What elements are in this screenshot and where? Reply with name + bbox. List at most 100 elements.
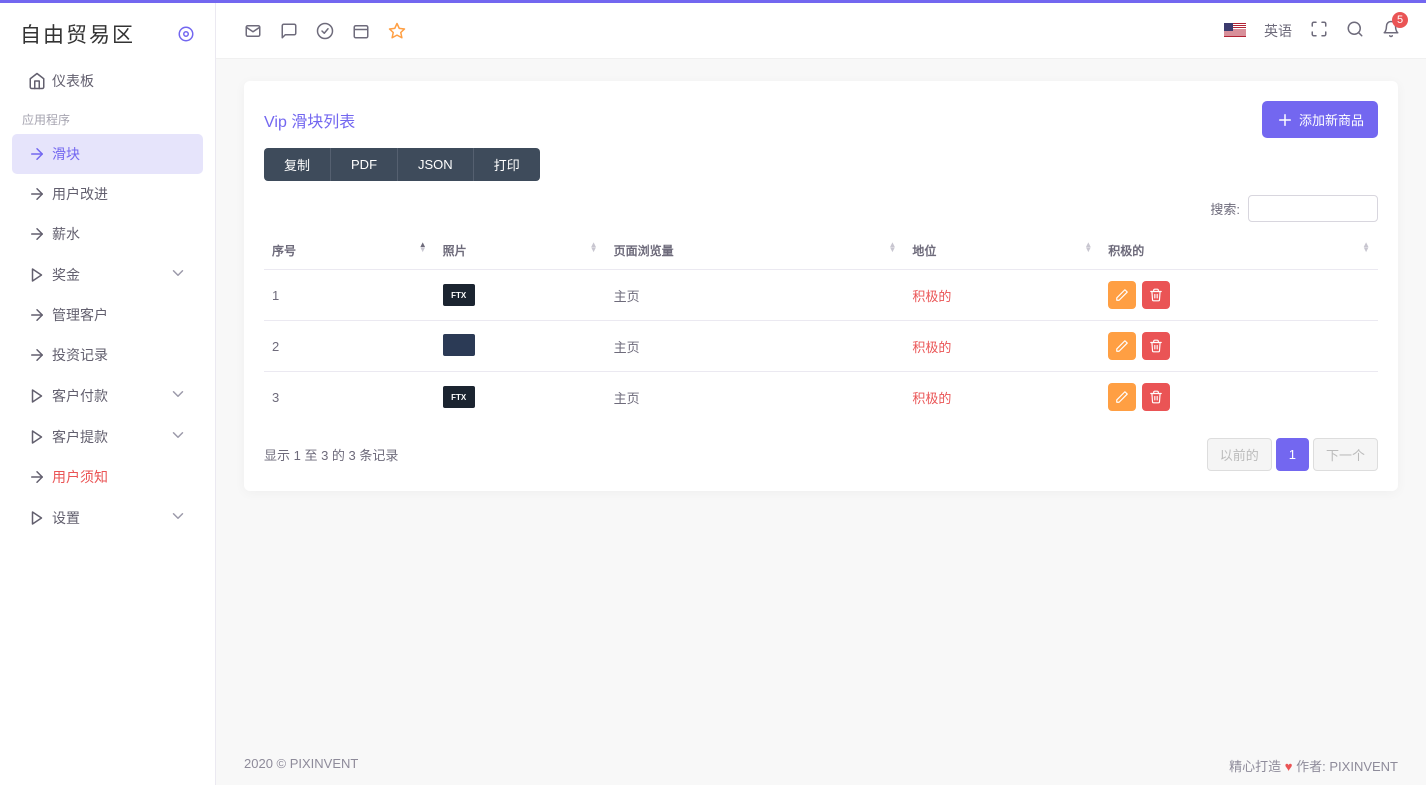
chat-icon[interactable] xyxy=(280,22,298,40)
nav-label: 客户付款 xyxy=(52,386,169,406)
nav-label: 奖金 xyxy=(52,265,169,285)
check-circle-icon[interactable] xyxy=(316,22,334,40)
nav-settings[interactable]: 设置 xyxy=(12,497,203,538)
arrow-right-icon xyxy=(28,468,52,486)
arrow-right-icon xyxy=(28,225,52,243)
notifications-button[interactable]: 5 xyxy=(1382,20,1400,41)
main: 英语 5 Vip 滑块列表 添加新商品 复制 xyxy=(216,3,1426,785)
thumbnail: FTX xyxy=(443,284,475,306)
chevron-down-icon xyxy=(169,426,187,447)
search-input[interactable] xyxy=(1248,195,1378,222)
nav-customer-payments[interactable]: 客户付款 xyxy=(12,375,203,416)
language-label[interactable]: 英语 xyxy=(1264,21,1292,41)
export-print-button[interactable]: 打印 xyxy=(474,148,540,181)
flag-us-icon xyxy=(1224,23,1246,38)
cell-status: 积极的 xyxy=(904,372,1100,423)
chevron-down-icon xyxy=(169,385,187,406)
nav-manage-customers[interactable]: 管理客户 xyxy=(12,295,203,335)
arrow-right-icon xyxy=(28,306,52,324)
thumbnail xyxy=(443,334,475,356)
footer-copyright: 2020 © PIXINVENT xyxy=(244,756,358,775)
table-row: 3 FTX 主页 积极的 xyxy=(264,372,1378,423)
nav-label: 管理客户 xyxy=(52,305,187,325)
notification-badge: 5 xyxy=(1392,12,1408,28)
cell-pageview: 主页 xyxy=(606,270,905,321)
th-status[interactable]: 地位▲▼ xyxy=(904,232,1100,270)
th-seq[interactable]: 序号▲▼ xyxy=(264,232,435,270)
add-new-label: 添加新商品 xyxy=(1299,110,1364,129)
calendar-icon[interactable] xyxy=(352,22,370,40)
cell-seq: 2 xyxy=(264,321,435,372)
cell-pageview: 主页 xyxy=(606,372,905,423)
brand: 自由贸易区 xyxy=(0,3,215,59)
edit-button[interactable] xyxy=(1108,281,1136,309)
add-new-button[interactable]: 添加新商品 xyxy=(1262,101,1378,138)
th-pageviews[interactable]: 页面浏览量▲▼ xyxy=(606,232,905,270)
page-1-button[interactable]: 1 xyxy=(1276,438,1309,471)
export-json-button[interactable]: JSON xyxy=(398,148,474,181)
play-icon xyxy=(28,509,52,527)
footer: 2020 © PIXINVENT 精心打造 ♥ 作者: PIXINVENT xyxy=(216,746,1426,785)
search-icon[interactable] xyxy=(1346,20,1364,41)
slider-table: 序号▲▼ 照片▲▼ 页面浏览量▲▼ 地位▲▼ 积极的▲▼ 1 FTX 主页 积极… xyxy=(264,232,1378,422)
sidebar: 自由贸易区 仪表板 应用程序 滑块 用户改进 薪水 xyxy=(0,3,216,785)
th-photo[interactable]: 照片▲▼ xyxy=(435,232,606,270)
delete-button[interactable] xyxy=(1142,281,1170,309)
delete-button[interactable] xyxy=(1142,332,1170,360)
cell-photo: FTX xyxy=(435,270,606,321)
mail-icon[interactable] xyxy=(244,22,262,40)
sidebar-toggle-icon[interactable] xyxy=(177,25,195,43)
cell-actions xyxy=(1100,372,1378,423)
table-info: 显示 1 至 3 的 3 条记录 xyxy=(264,445,398,464)
page-next-button[interactable]: 下一个 xyxy=(1313,438,1378,471)
export-pdf-button[interactable]: PDF xyxy=(331,148,398,181)
heart-icon: ♥ xyxy=(1285,759,1293,774)
plus-icon xyxy=(1276,111,1294,129)
table-row: 2 主页 积极的 xyxy=(264,321,1378,372)
nav-dashboard[interactable]: 仪表板 xyxy=(12,61,203,101)
nav-label: 滑块 xyxy=(52,144,187,164)
nav-invest-records[interactable]: 投资记录 xyxy=(12,335,203,375)
delete-button[interactable] xyxy=(1142,383,1170,411)
cell-photo: FTX xyxy=(435,372,606,423)
nav-slider[interactable]: 滑块 xyxy=(12,134,203,174)
arrow-right-icon xyxy=(28,145,52,163)
arrow-right-icon xyxy=(28,185,52,203)
thumbnail: FTX xyxy=(443,386,475,408)
maximize-icon[interactable] xyxy=(1310,20,1328,41)
edit-button[interactable] xyxy=(1108,332,1136,360)
topbar: 英语 5 xyxy=(216,3,1426,59)
nav-customer-withdraw[interactable]: 客户提款 xyxy=(12,416,203,457)
card-title: Vip 滑块列表 xyxy=(264,108,355,132)
play-icon xyxy=(28,266,52,284)
home-icon xyxy=(28,72,52,90)
cell-pageview: 主页 xyxy=(606,321,905,372)
nav-user-improve[interactable]: 用户改进 xyxy=(12,174,203,214)
play-icon xyxy=(28,387,52,405)
star-icon[interactable] xyxy=(388,22,406,40)
nav-label: 投资记录 xyxy=(52,345,187,365)
arrow-right-icon xyxy=(28,346,52,364)
footer-credits: 精心打造 ♥ 作者: PIXINVENT xyxy=(1229,756,1398,775)
export-copy-button[interactable]: 复制 xyxy=(264,148,331,181)
nav-label: 设置 xyxy=(52,508,169,528)
nav-section-apps: 应用程序 xyxy=(0,101,215,134)
nav-label: 仪表板 xyxy=(52,71,187,91)
nav-label: 客户提款 xyxy=(52,427,169,447)
cell-seq: 3 xyxy=(264,372,435,423)
nav-bonus[interactable]: 奖金 xyxy=(12,254,203,295)
th-active[interactable]: 积极的▲▼ xyxy=(1100,232,1378,270)
table-row: 1 FTX 主页 积极的 xyxy=(264,270,1378,321)
play-icon xyxy=(28,428,52,446)
edit-button[interactable] xyxy=(1108,383,1136,411)
nav-salary[interactable]: 薪水 xyxy=(12,214,203,254)
cell-status: 积极的 xyxy=(904,321,1100,372)
search-label: 搜索: xyxy=(1210,199,1240,218)
page-prev-button[interactable]: 以前的 xyxy=(1207,438,1272,471)
nav-user-notice[interactable]: 用户须知 xyxy=(12,457,203,497)
brand-title: 自由贸易区 xyxy=(20,19,135,49)
pagination: 以前的 1 下一个 xyxy=(1207,438,1378,471)
cell-status: 积极的 xyxy=(904,270,1100,321)
cell-actions xyxy=(1100,270,1378,321)
nav-label: 用户改进 xyxy=(52,184,187,204)
